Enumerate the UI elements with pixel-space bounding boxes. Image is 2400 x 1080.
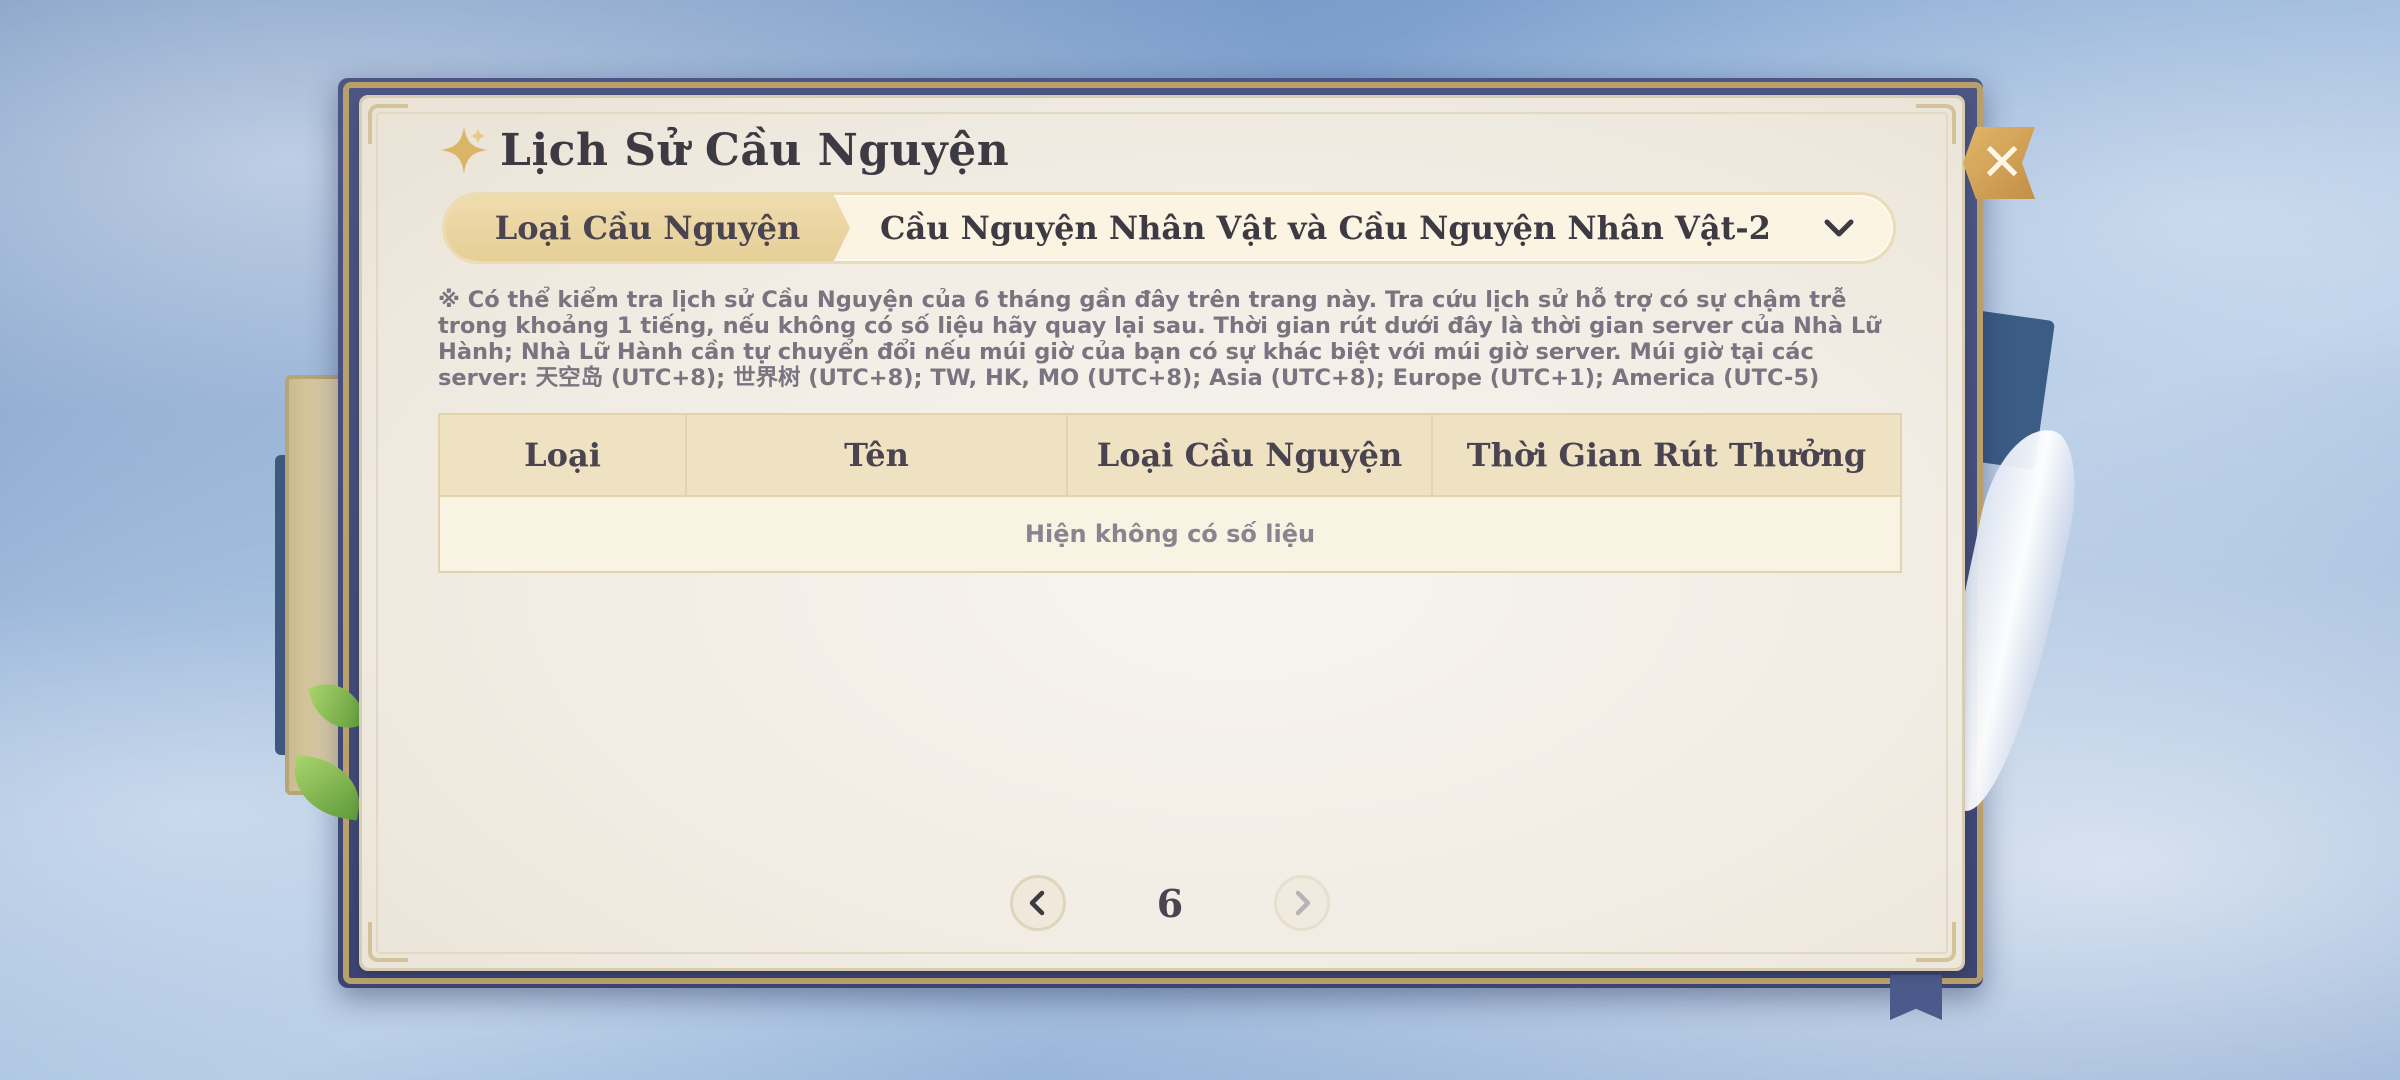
pagination: 6 xyxy=(1010,872,1330,934)
wish-type-value[interactable]: Cầu Nguyện Nhân Vật và Cầu Nguyện Nhân V… xyxy=(850,209,1819,247)
column-header-type: Loại xyxy=(440,415,687,495)
wish-type-label: Loại Cầu Nguyện xyxy=(494,209,801,247)
corner-ornament xyxy=(1916,922,1956,962)
column-header-name: Tên xyxy=(687,415,1068,495)
corner-ornament xyxy=(1916,104,1956,144)
sparkle-icon xyxy=(440,126,488,174)
column-header-time: Thời Gian Rút Thưởng xyxy=(1466,436,1867,474)
wish-history-table: Loại Tên Loại Cầu Nguyện Thời Gian Rút T… xyxy=(438,413,1902,573)
corner-ornament xyxy=(368,104,408,144)
current-page-number: 6 xyxy=(1156,880,1184,926)
chevron-down-icon[interactable] xyxy=(1819,208,1859,248)
page-title: Lịch Sử Cầu Nguyện xyxy=(500,124,1010,176)
wish-type-selector[interactable]: Loại Cầu Nguyện Cầu Nguyện Nhân Vật và C… xyxy=(442,192,1896,264)
column-header-wish-type: Loại Cầu Nguyện xyxy=(1068,415,1433,495)
next-page-button[interactable] xyxy=(1273,875,1330,931)
page-title-row: Lịch Sử Cầu Nguyện xyxy=(438,118,1009,182)
empty-state-message: Hiện không có số liệu xyxy=(440,495,1900,571)
wish-type-label-pill: Loại Cầu Nguyện xyxy=(445,195,850,261)
chevron-left-icon xyxy=(1029,890,1045,916)
table-header: Loại Tên Loại Cầu Nguyện Thời Gian Rút T… xyxy=(440,415,1900,495)
notice-text: ※ Có thể kiểm tra lịch sử Cầu Nguyện của… xyxy=(438,287,1882,391)
corner-ornament xyxy=(368,922,408,962)
prev-page-button[interactable] xyxy=(1010,875,1066,931)
close-icon: ✕ xyxy=(1980,133,2024,193)
chevron-right-icon xyxy=(1295,890,1311,916)
